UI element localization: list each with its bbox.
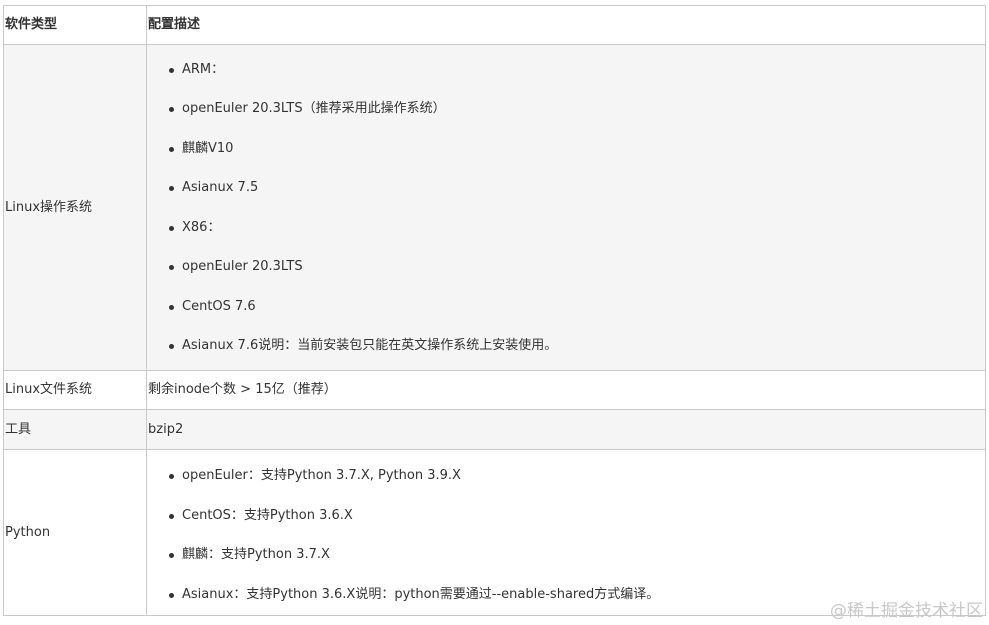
list-item: CentOS：支持Python 3.6.X — [147, 507, 985, 525]
list-item: Asianux 7.5 — [147, 179, 985, 197]
header-software-type: 软件类型 — [3, 5, 147, 45]
list-item: openEuler 20.3LTS — [147, 258, 985, 276]
list-item: openEuler：支持Python 3.7.X, Python 3.9.X — [147, 467, 985, 485]
list-item: Asianux 7.6说明：当前安装包只能在英文操作系统上安装使用。 — [147, 337, 985, 355]
watermark: @稀土掘金技术社区 — [830, 601, 983, 621]
list-item: 麒麟：支持Python 3.7.X — [147, 546, 985, 564]
list-item: ARM： — [147, 61, 985, 79]
header-config-description: 配置描述 — [146, 5, 986, 45]
table-row: Python openEuler：支持Python 3.7.X, Python … — [3, 449, 986, 616]
row-label-python: Python — [3, 449, 147, 616]
table-row: Linux文件系统 剩余inode个数 > 15亿（推荐） — [3, 370, 986, 410]
row-label-filesystem: Linux文件系统 — [3, 370, 147, 410]
list-item: 麒麟V10 — [147, 140, 985, 158]
list-item: CentOS 7.6 — [147, 298, 985, 316]
table-row: 工具 bzip2 — [3, 409, 986, 450]
tools-description: bzip2 — [146, 409, 986, 450]
list-item: X86： — [147, 219, 985, 237]
row-label-os: Linux操作系统 — [3, 44, 147, 371]
python-list: openEuler：支持Python 3.7.X, Python 3.9.X C… — [147, 467, 985, 604]
table-row: Linux操作系统 ARM： openEuler 20.3LTS（推荐采用此操作… — [3, 44, 986, 371]
row-label-tools: 工具 — [3, 409, 147, 450]
table-header-row: 软件类型 配置描述 — [3, 5, 986, 45]
list-item: openEuler 20.3LTS（推荐采用此操作系统） — [147, 100, 985, 118]
filesystem-description: 剩余inode个数 > 15亿（推荐） — [146, 370, 986, 410]
software-requirements-table: 软件类型 配置描述 Linux操作系统 ARM： openEuler 20.3L… — [3, 5, 986, 616]
os-list-cell: ARM： openEuler 20.3LTS（推荐采用此操作系统） 麒麟V10 … — [146, 44, 986, 371]
python-list-cell: openEuler：支持Python 3.7.X, Python 3.9.X C… — [146, 449, 986, 616]
os-list: ARM： openEuler 20.3LTS（推荐采用此操作系统） 麒麟V10 … — [147, 61, 985, 356]
